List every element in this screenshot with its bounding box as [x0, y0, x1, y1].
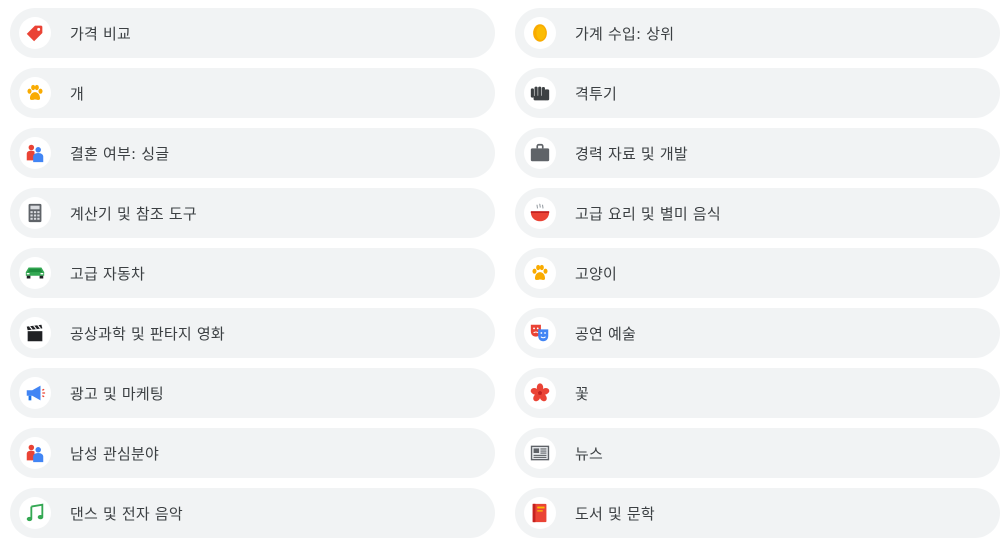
paw-icon [524, 257, 556, 289]
category-label: 뉴스 [575, 444, 604, 463]
category-column-right: 가계 수입: 상위 격투기 경력 자료 및 개발 고급 요리 및 별미 음식 고… [515, 8, 1000, 539]
category-chip[interactable]: 도서 및 문학 [515, 488, 1000, 538]
category-chip[interactable]: 결혼 여부: 싱글 [10, 128, 495, 178]
category-chip[interactable]: 경력 자료 및 개발 [515, 128, 1000, 178]
category-chip[interactable]: 고급 자동차 [10, 248, 495, 298]
people-icon [19, 437, 51, 469]
category-label: 광고 및 마케팅 [70, 384, 164, 403]
category-label: 고양이 [575, 264, 618, 283]
price-tag-icon [19, 17, 51, 49]
category-label: 개 [70, 84, 85, 103]
newspaper-icon [524, 437, 556, 469]
category-chip[interactable]: 공연 예술 [515, 308, 1000, 358]
category-chip[interactable]: 댄스 및 전자 음악 [10, 488, 495, 538]
category-label: 남성 관심분야 [70, 444, 159, 463]
car-icon [19, 257, 51, 289]
category-chip[interactable]: 계산기 및 참조 도구 [10, 188, 495, 238]
category-label: 고급 요리 및 별미 음식 [575, 204, 721, 223]
category-label: 도서 및 문학 [575, 504, 655, 523]
book-icon [524, 497, 556, 529]
category-label: 계산기 및 참조 도구 [70, 204, 197, 223]
category-chip[interactable]: 광고 및 마케팅 [10, 368, 495, 418]
flower-icon [524, 377, 556, 409]
interest-categories-grid: 가격 비교 개 결혼 여부: 싱글 계산기 및 참조 도구 고급 자동차 공상과… [0, 0, 1008, 539]
category-label: 가계 수입: 상위 [575, 24, 675, 43]
category-chip[interactable]: 가계 수입: 상위 [515, 8, 1000, 58]
category-column-left: 가격 비교 개 결혼 여부: 싱글 계산기 및 참조 도구 고급 자동차 공상과… [10, 8, 495, 539]
category-chip[interactable]: 뉴스 [515, 428, 1000, 478]
category-chip[interactable]: 격투기 [515, 68, 1000, 118]
category-label: 격투기 [575, 84, 618, 103]
coin-icon [524, 17, 556, 49]
category-chip[interactable]: 가격 비교 [10, 8, 495, 58]
category-chip[interactable]: 공상과학 및 판타지 영화 [10, 308, 495, 358]
category-chip[interactable]: 꽃 [515, 368, 1000, 418]
category-label: 고급 자동차 [70, 264, 145, 283]
category-chip[interactable]: 고급 요리 및 별미 음식 [515, 188, 1000, 238]
paw-icon [19, 77, 51, 109]
music-note-icon [19, 497, 51, 529]
category-label: 꽃 [575, 384, 590, 403]
category-label: 결혼 여부: 싱글 [70, 144, 170, 163]
category-label: 댄스 및 전자 음악 [70, 504, 183, 523]
category-chip[interactable]: 개 [10, 68, 495, 118]
briefcase-icon [524, 137, 556, 169]
calculator-icon [19, 197, 51, 229]
soup-bowl-icon [524, 197, 556, 229]
category-label: 가격 비교 [70, 24, 131, 43]
category-label: 경력 자료 및 개발 [575, 144, 688, 163]
category-label: 공연 예술 [575, 324, 636, 343]
category-chip[interactable]: 고양이 [515, 248, 1000, 298]
category-label: 공상과학 및 판타지 영화 [70, 324, 225, 343]
megaphone-icon [19, 377, 51, 409]
people-icon [19, 137, 51, 169]
clapperboard-icon [19, 317, 51, 349]
category-chip[interactable]: 남성 관심분야 [10, 428, 495, 478]
fist-icon [524, 77, 556, 109]
theater-masks-icon [524, 317, 556, 349]
